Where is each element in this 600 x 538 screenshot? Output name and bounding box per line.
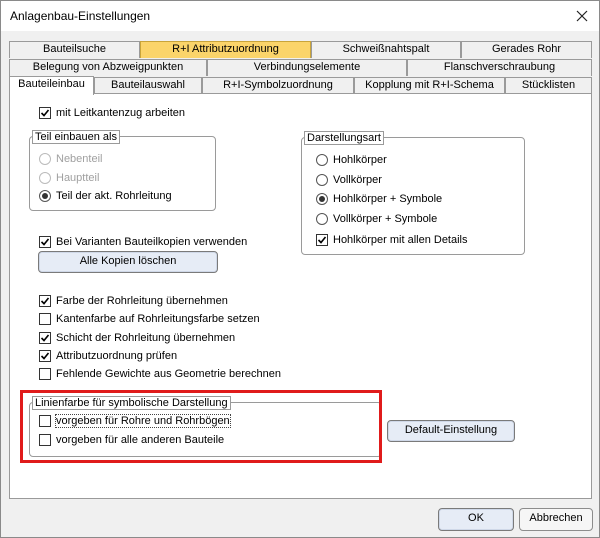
kantenfarbe-checkbox[interactable]: Kantenfarbe auf Rohrleitungsfarbe setzen <box>39 312 260 326</box>
default-einstellung-button[interactable]: Default-Einstellung <box>387 420 515 442</box>
schicht-rohrleitung-label: Schicht der Rohrleitung übernehmen <box>56 332 236 344</box>
ok-button[interactable]: OK <box>438 508 514 531</box>
tab-ri-attributzuordnung[interactable]: R+I Attributzuordnung <box>140 41 311 58</box>
attributzuordnung-pruefen-checkbox[interactable]: Attributzuordnung prüfen <box>39 349 177 363</box>
radio-vollkoerper[interactable]: Vollkörper <box>316 173 382 187</box>
kantenfarbe-label: Kantenfarbe auf Rohrleitungsfarbe setzen <box>56 313 260 325</box>
radio-nebenteil[interactable]: Nebenteil <box>39 152 102 166</box>
radio-teil-rohrleitung[interactable]: Teil der akt. Rohrleitung <box>39 189 172 203</box>
tab-bauteileinbau[interactable]: Bauteileinbau <box>9 76 94 95</box>
window-title: Anlagenbau-Einstellungen <box>10 9 151 23</box>
radio-hohlkoerper[interactable]: Hohlkörper <box>316 153 387 167</box>
hohlkoerper-details-label: Hohlkörper mit allen Details <box>333 234 468 246</box>
checkmark-icon <box>40 334 50 342</box>
fehlende-gewichte-checkbox[interactable]: Fehlende Gewichte aus Geometrie berechne… <box>39 367 281 381</box>
tab-bauteilauswahl[interactable]: Bauteilauswahl <box>94 77 202 94</box>
radio-nebenteil-label: Nebenteil <box>56 153 103 165</box>
annotation-highlight <box>20 390 382 463</box>
title-bar: Anlagenbau-Einstellungen <box>1 1 599 31</box>
cancel-button[interactable]: Abbrechen <box>519 508 593 531</box>
checkmark-icon <box>40 352 50 360</box>
tab-stuecklisten[interactable]: Stücklisten <box>505 77 592 94</box>
schicht-rohrleitung-checkbox[interactable]: Schicht der Rohrleitung übernehmen <box>39 331 235 345</box>
close-icon <box>576 10 588 22</box>
checkmark-icon <box>40 109 50 117</box>
checkmark-icon <box>40 238 50 246</box>
tab-schweissnahtspalt[interactable]: Schweißnahtspalt <box>311 41 461 58</box>
teil-einbauen-title: Teil einbauen als <box>32 130 120 144</box>
tab-flanschverschraubung[interactable]: Flanschverschraubung <box>407 59 592 76</box>
tab-ri-symbolzuordnung[interactable]: R+I-Symbolzuordnung <box>202 77 354 94</box>
tab-gerades-rohr[interactable]: Gerades Rohr <box>461 41 592 58</box>
settings-dialog: Anlagenbau-Einstellungen Bauteilsuche R+… <box>0 0 600 538</box>
varianten-checkbox[interactable]: Bei Varianten Bauteilkopien verwenden <box>39 235 247 249</box>
radio-vollkoerper-symbole-label: Vollkörper + Symbole <box>333 213 438 225</box>
attributzuordnung-pruefen-label: Attributzuordnung prüfen <box>56 350 178 362</box>
farbe-rohrleitung-label: Farbe der Rohrleitung übernehmen <box>56 295 228 307</box>
tab-bauteilsuche[interactable]: Bauteilsuche <box>9 41 140 58</box>
radio-hohlkoerper-label: Hohlkörper <box>333 154 387 166</box>
tab-belegung-abzweigpunkten[interactable]: Belegung von Abzweigpunkten <box>9 59 207 76</box>
radio-vollkoerper-symbole[interactable]: Vollkörper + Symbole <box>316 212 437 226</box>
tab-kopplung-ri-schema[interactable]: Kopplung mit R+I-Schema <box>354 77 505 94</box>
radio-hohlkoerper-symbole[interactable]: Hohlkörper + Symbole <box>316 192 442 206</box>
checkmark-icon <box>317 236 327 244</box>
varianten-label: Bei Varianten Bauteilkopien verwenden <box>56 236 248 248</box>
radio-hauptteil[interactable]: Hauptteil <box>39 171 99 185</box>
radio-hohlkoerper-symbole-label: Hohlkörper + Symbole <box>333 193 443 205</box>
tab-verbindungselemente[interactable]: Verbindungselemente <box>207 59 407 76</box>
alle-kopien-loeschen-button[interactable]: Alle Kopien löschen <box>38 251 218 273</box>
darstellungsart-title: Darstellungsart <box>304 131 384 145</box>
close-button[interactable] <box>571 5 593 27</box>
fehlende-gewichte-label: Fehlende Gewichte aus Geometrie berechne… <box>56 368 282 380</box>
leitkantenzug-label: mit Leitkantenzug arbeiten <box>56 107 186 119</box>
radio-vollkoerper-label: Vollkörper <box>333 174 382 186</box>
checkmark-icon <box>40 297 50 305</box>
leitkantenzug-checkbox[interactable]: mit Leitkantenzug arbeiten <box>39 106 185 120</box>
radio-hauptteil-label: Hauptteil <box>56 172 100 184</box>
farbe-rohrleitung-checkbox[interactable]: Farbe der Rohrleitung übernehmen <box>39 294 228 308</box>
hohlkoerper-details-checkbox[interactable]: Hohlkörper mit allen Details <box>316 233 468 247</box>
radio-teil-rohrleitung-label: Teil der akt. Rohrleitung <box>56 190 172 202</box>
